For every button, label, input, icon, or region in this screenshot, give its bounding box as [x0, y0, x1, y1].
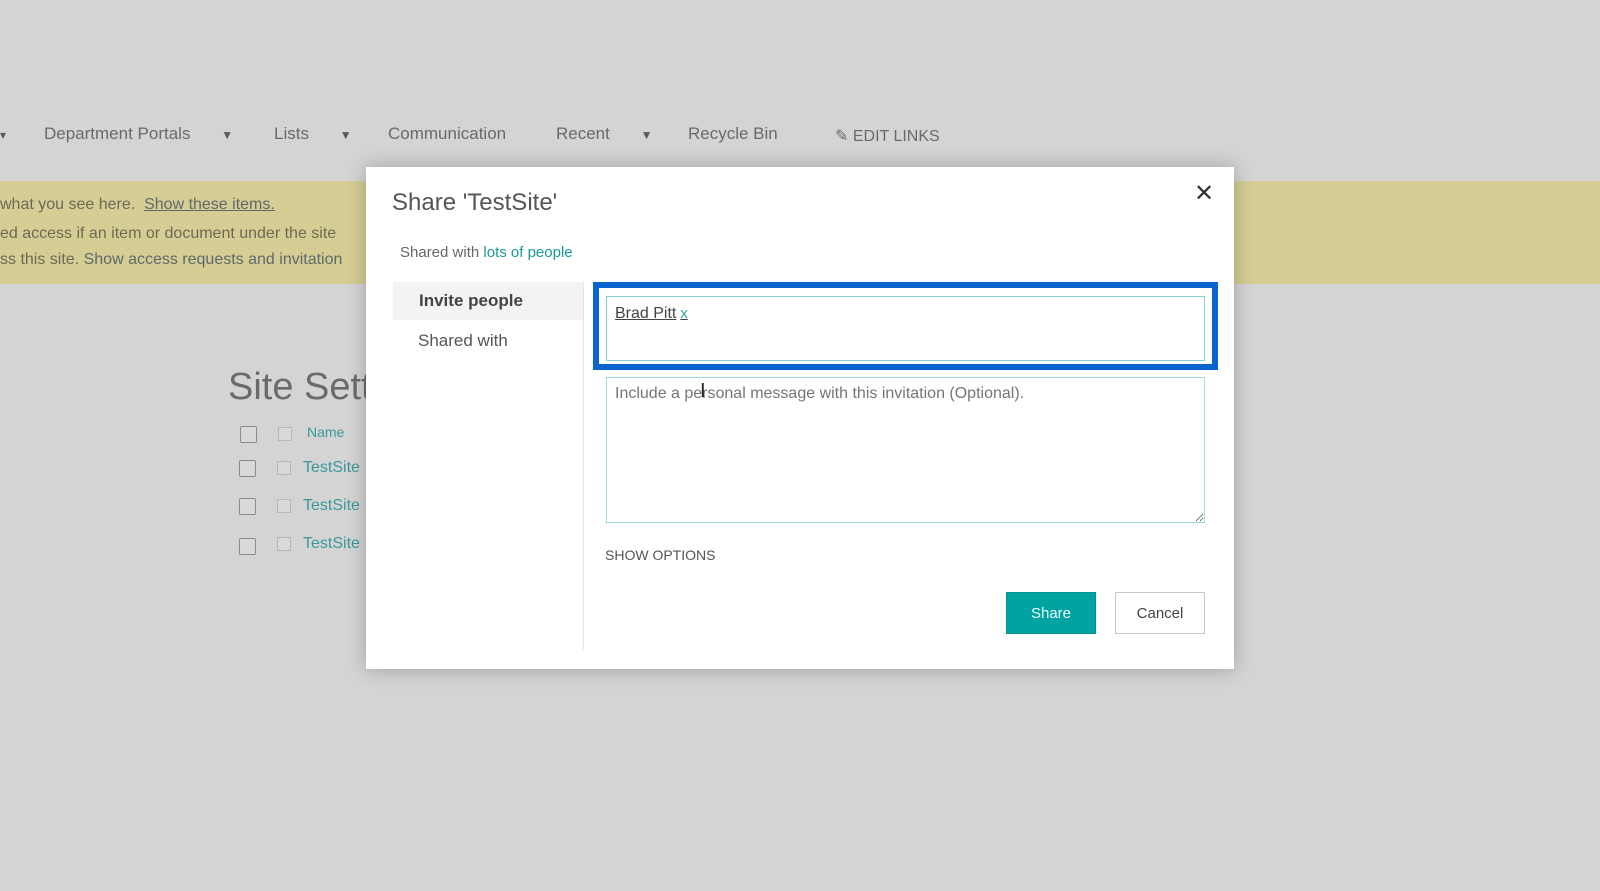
- personal-message-textarea[interactable]: [606, 377, 1205, 523]
- nav-item-lists[interactable]: Lists ▼: [274, 124, 352, 144]
- divider: [583, 282, 584, 650]
- person-token[interactable]: Brad Pitt x: [615, 305, 688, 323]
- share-dialog: Share 'TestSite' ✕ Shared with lots of p…: [366, 167, 1234, 669]
- people-picker-input[interactable]: Brad Pitt x: [606, 296, 1205, 361]
- row-checkbox[interactable]: [239, 460, 256, 477]
- nav-label: Recycle Bin: [688, 124, 778, 143]
- dialog-title: Share 'TestSite': [392, 189, 558, 216]
- row-checkbox[interactable]: [239, 538, 256, 555]
- nav-label: Recent: [556, 124, 610, 143]
- nav-item-recent[interactable]: Recent ▼: [556, 124, 653, 144]
- banner-line-1: what you see here. Show these items.: [0, 196, 275, 214]
- shared-with-summary: Shared with lots of people: [400, 244, 573, 261]
- nav-label: Communication: [388, 124, 507, 143]
- tab-shared-with[interactable]: Shared with: [393, 322, 583, 360]
- access-requests-link[interactable]: Show access requests and invitation: [84, 251, 343, 268]
- row-item-checkbox[interactable]: [277, 461, 291, 475]
- person-name: Brad Pitt: [615, 305, 677, 322]
- nav-item-communication[interactable]: Communication: [388, 124, 506, 144]
- list-item-link[interactable]: TestSite: [303, 459, 360, 477]
- remove-person-icon[interactable]: x: [680, 305, 688, 322]
- edit-links-label: EDIT LINKS: [852, 128, 940, 145]
- row-item-checkbox[interactable]: [277, 499, 291, 513]
- banner-text: what you see here.: [0, 196, 136, 213]
- nav-item-department-portals[interactable]: Department Portals ▼: [44, 124, 233, 144]
- shared-with-label: Shared with: [400, 244, 480, 261]
- cancel-button[interactable]: Cancel: [1115, 592, 1205, 634]
- banner-text: ss this site.: [0, 251, 80, 268]
- chevron-down-icon[interactable]: ▼: [340, 128, 352, 142]
- banner-line-2: ed access if an item or document under t…: [0, 225, 337, 242]
- column-header-name[interactable]: Name: [307, 424, 344, 440]
- pencil-icon: ✎: [835, 128, 849, 145]
- header-checkbox[interactable]: [278, 427, 292, 441]
- select-all-checkbox[interactable]: [240, 426, 257, 443]
- edit-links-button[interactable]: ✎ EDIT LINKS: [835, 126, 940, 146]
- tab-invite-people[interactable]: Invite people: [393, 282, 583, 320]
- chevron-down-icon[interactable]: ▼: [221, 128, 233, 142]
- nav-label: Lists: [274, 124, 309, 143]
- nav-caret-partial: ▾: [0, 128, 7, 142]
- banner-line-3: ss this site. Show access requests and i…: [0, 251, 342, 269]
- list-item-link[interactable]: TestSite: [303, 497, 360, 515]
- close-icon[interactable]: ✕: [1194, 179, 1214, 208]
- list-item-link[interactable]: TestSite: [303, 535, 360, 553]
- share-button[interactable]: Share: [1006, 592, 1096, 634]
- chevron-down-icon[interactable]: ▼: [641, 128, 653, 142]
- nav-item-recycle-bin[interactable]: Recycle Bin: [688, 124, 778, 144]
- row-checkbox[interactable]: [239, 498, 256, 515]
- show-items-link[interactable]: Show these items.: [144, 196, 275, 213]
- text-cursor-icon: I: [700, 380, 706, 402]
- show-options-link[interactable]: SHOW OPTIONS: [605, 547, 715, 563]
- page-title: Site Sett: [228, 366, 372, 408]
- lots-of-people-link[interactable]: lots of people: [483, 244, 572, 261]
- row-item-checkbox[interactable]: [277, 537, 291, 551]
- nav-label: Department Portals: [44, 124, 191, 143]
